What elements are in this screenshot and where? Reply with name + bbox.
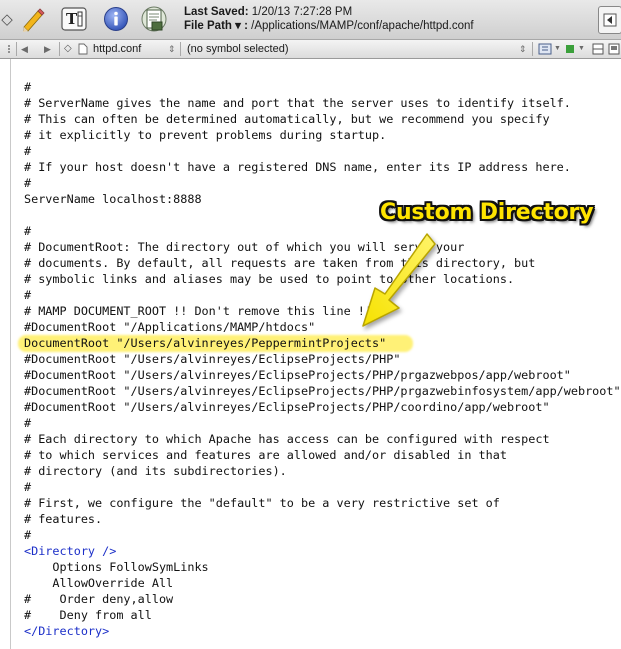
code-line: # xyxy=(24,80,32,94)
pencil-icon[interactable] xyxy=(18,5,48,33)
code-line: # it explicitly to prevent problems duri… xyxy=(24,128,387,142)
code-line: # xyxy=(24,176,32,190)
code-line: # documents. By default, all requests ar… xyxy=(24,256,536,270)
code-line: # Deny from all xyxy=(24,608,152,622)
bookmark-menu-icon[interactable]: ▼ xyxy=(554,40,561,58)
bookmark-icon[interactable] xyxy=(538,40,552,58)
annotation-label: Custom Directory xyxy=(380,200,594,225)
code-line: # xyxy=(24,144,32,158)
close-split-icon[interactable] xyxy=(608,40,620,58)
status-green-icon xyxy=(566,40,574,58)
document-icon: ◇ xyxy=(64,43,72,54)
text-format-icon[interactable]: T xyxy=(58,5,90,33)
code-line: # xyxy=(24,288,32,302)
code-line: # DocumentRoot: The directory out of whi… xyxy=(24,240,465,254)
code-line: # Each directory to which Apache has acc… xyxy=(24,432,550,446)
code-line: #DocumentRoot "/Users/alvinreyes/Eclipse… xyxy=(24,384,621,398)
info-icon[interactable] xyxy=(102,5,130,33)
code-line: #DocumentRoot "/Users/alvinreyes/Eclipse… xyxy=(24,368,571,382)
last-saved-value: 1/20/13 7:27:28 PM xyxy=(251,6,353,18)
code-line: Options FollowSymLinks xyxy=(24,560,209,574)
symbol-popup[interactable]: (no symbol selected) xyxy=(187,40,289,58)
code-line: # to which services and features are all… xyxy=(24,448,507,462)
code-line: # ServerName gives the name and port tha… xyxy=(24,96,571,110)
code-line: AllowOverride All xyxy=(24,576,174,590)
split-view-icon[interactable] xyxy=(592,40,604,58)
code-line: #DocumentRoot "/Users/alvinreyes/Eclipse… xyxy=(24,352,401,366)
code-line: </Directory> xyxy=(24,624,110,638)
toolbar-toggle-button[interactable] xyxy=(598,6,621,34)
code-line: # Order deny,allow xyxy=(24,592,174,606)
file-info: Last Saved: 1/20/13 7:27:28 PM File Path… xyxy=(184,5,474,33)
code-lines: # # ServerName gives the name and port th… xyxy=(18,79,621,639)
code-line: # This can often be determined automatic… xyxy=(24,112,550,126)
file-popup-chevron-icon[interactable]: ⇕ xyxy=(168,40,176,58)
status-menu-icon[interactable]: ▼ xyxy=(578,40,585,58)
code-line: # xyxy=(24,480,32,494)
last-saved-label: Last Saved: xyxy=(184,6,249,18)
annotation-arrow-icon xyxy=(362,233,436,327)
file-path-value: /Applications/MAMP/conf/apache/httpd.con… xyxy=(251,20,474,32)
code-line: # xyxy=(24,416,32,430)
code-editor[interactable]: # # ServerName gives the name and port th… xyxy=(10,59,621,649)
code-line: #DocumentRoot "/Users/alvinreyes/Eclipse… xyxy=(24,400,550,414)
code-line: # xyxy=(24,528,32,542)
toolbar: ◇ T Last Saved: 1/20/13 7:27:28 PM File … xyxy=(0,0,621,40)
code-line: # symbolic links and aliases may be used… xyxy=(24,272,515,286)
navigation-bar: ◀ ▶ ◇ httpd.conf ⇕ (no symbol selected) … xyxy=(0,40,621,59)
code-line: # xyxy=(24,224,32,238)
diamond-icon[interactable]: ◇ xyxy=(0,5,14,33)
code-line: # First, we configure the "default" to b… xyxy=(24,496,500,510)
highlighted-code-line: DocumentRoot "/Users/alvinreyes/Peppermi… xyxy=(18,335,621,352)
symbol-popup-chevron-icon[interactable]: ⇕ xyxy=(519,40,527,58)
save-icon[interactable] xyxy=(138,5,170,33)
code-line: #DocumentRoot "/Applications/MAMP/htdocs… xyxy=(24,320,316,334)
code-line: # MAMP DOCUMENT_ROOT !! Don't remove thi… xyxy=(24,304,373,318)
code-line: <Directory /> xyxy=(24,544,117,558)
file-icon xyxy=(78,40,88,58)
forward-arrow-icon[interactable]: ▶ xyxy=(44,40,51,58)
file-name-popup[interactable]: httpd.conf xyxy=(93,40,141,58)
svg-text:T: T xyxy=(66,10,78,28)
code-line: # directory (and its subdirectories). xyxy=(24,464,287,478)
grip-icon xyxy=(6,40,12,58)
back-arrow-icon[interactable]: ◀ xyxy=(21,40,28,58)
code-line: # features. xyxy=(24,512,103,526)
file-path-menu[interactable]: File Path ▾ : xyxy=(184,20,248,32)
code-line: # If your host doesn't have a registered… xyxy=(24,160,571,174)
